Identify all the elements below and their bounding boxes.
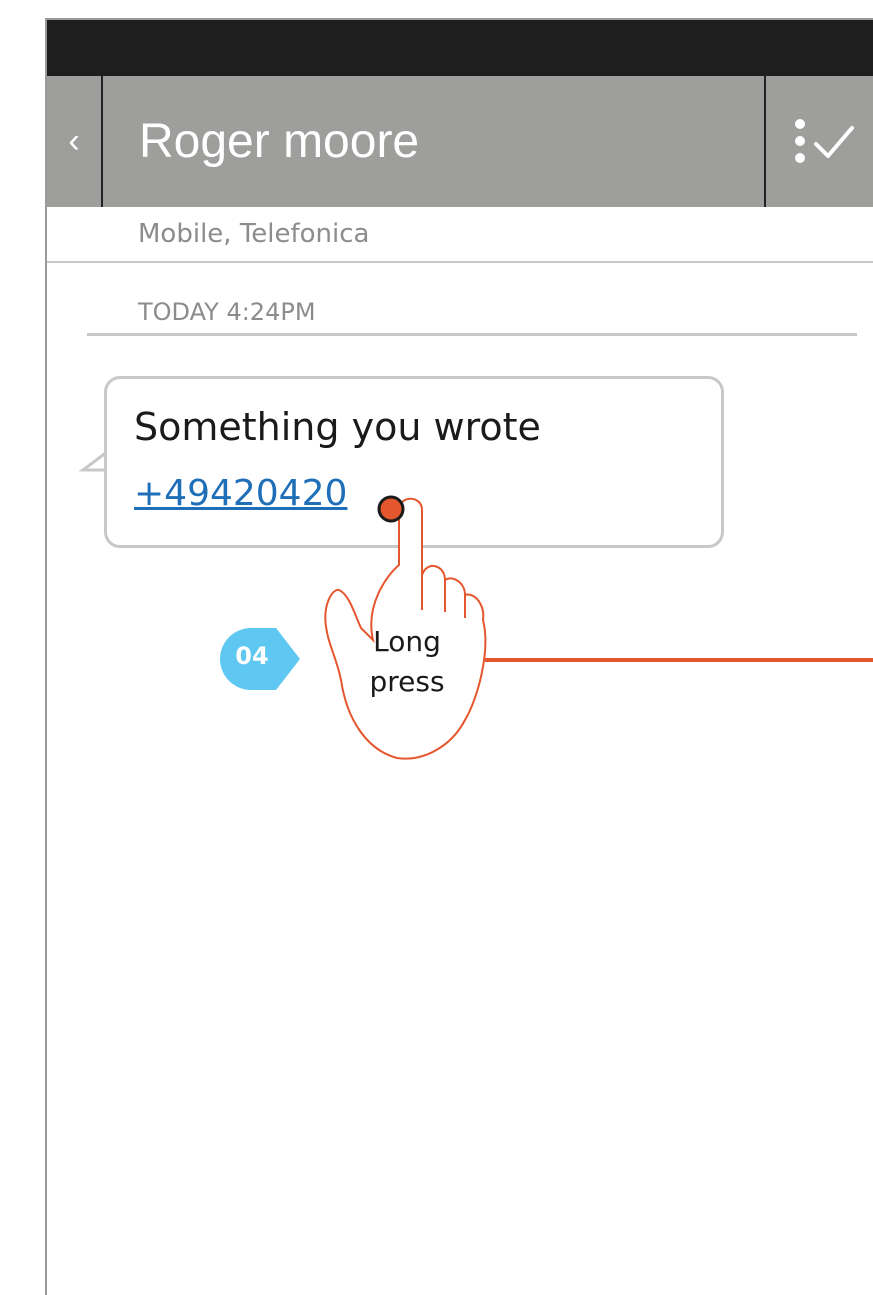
gesture-label: Long press xyxy=(340,622,474,702)
touch-point-icon xyxy=(377,495,405,523)
step-badge: 04 xyxy=(220,628,300,690)
gesture-label-line2: press xyxy=(369,665,445,698)
gesture-label-line1: Long xyxy=(373,625,441,658)
phone-frame: ‹ Roger moore Mobile, Telefonica TODAY 4… xyxy=(45,18,873,1295)
step-number: 04 xyxy=(235,642,269,670)
